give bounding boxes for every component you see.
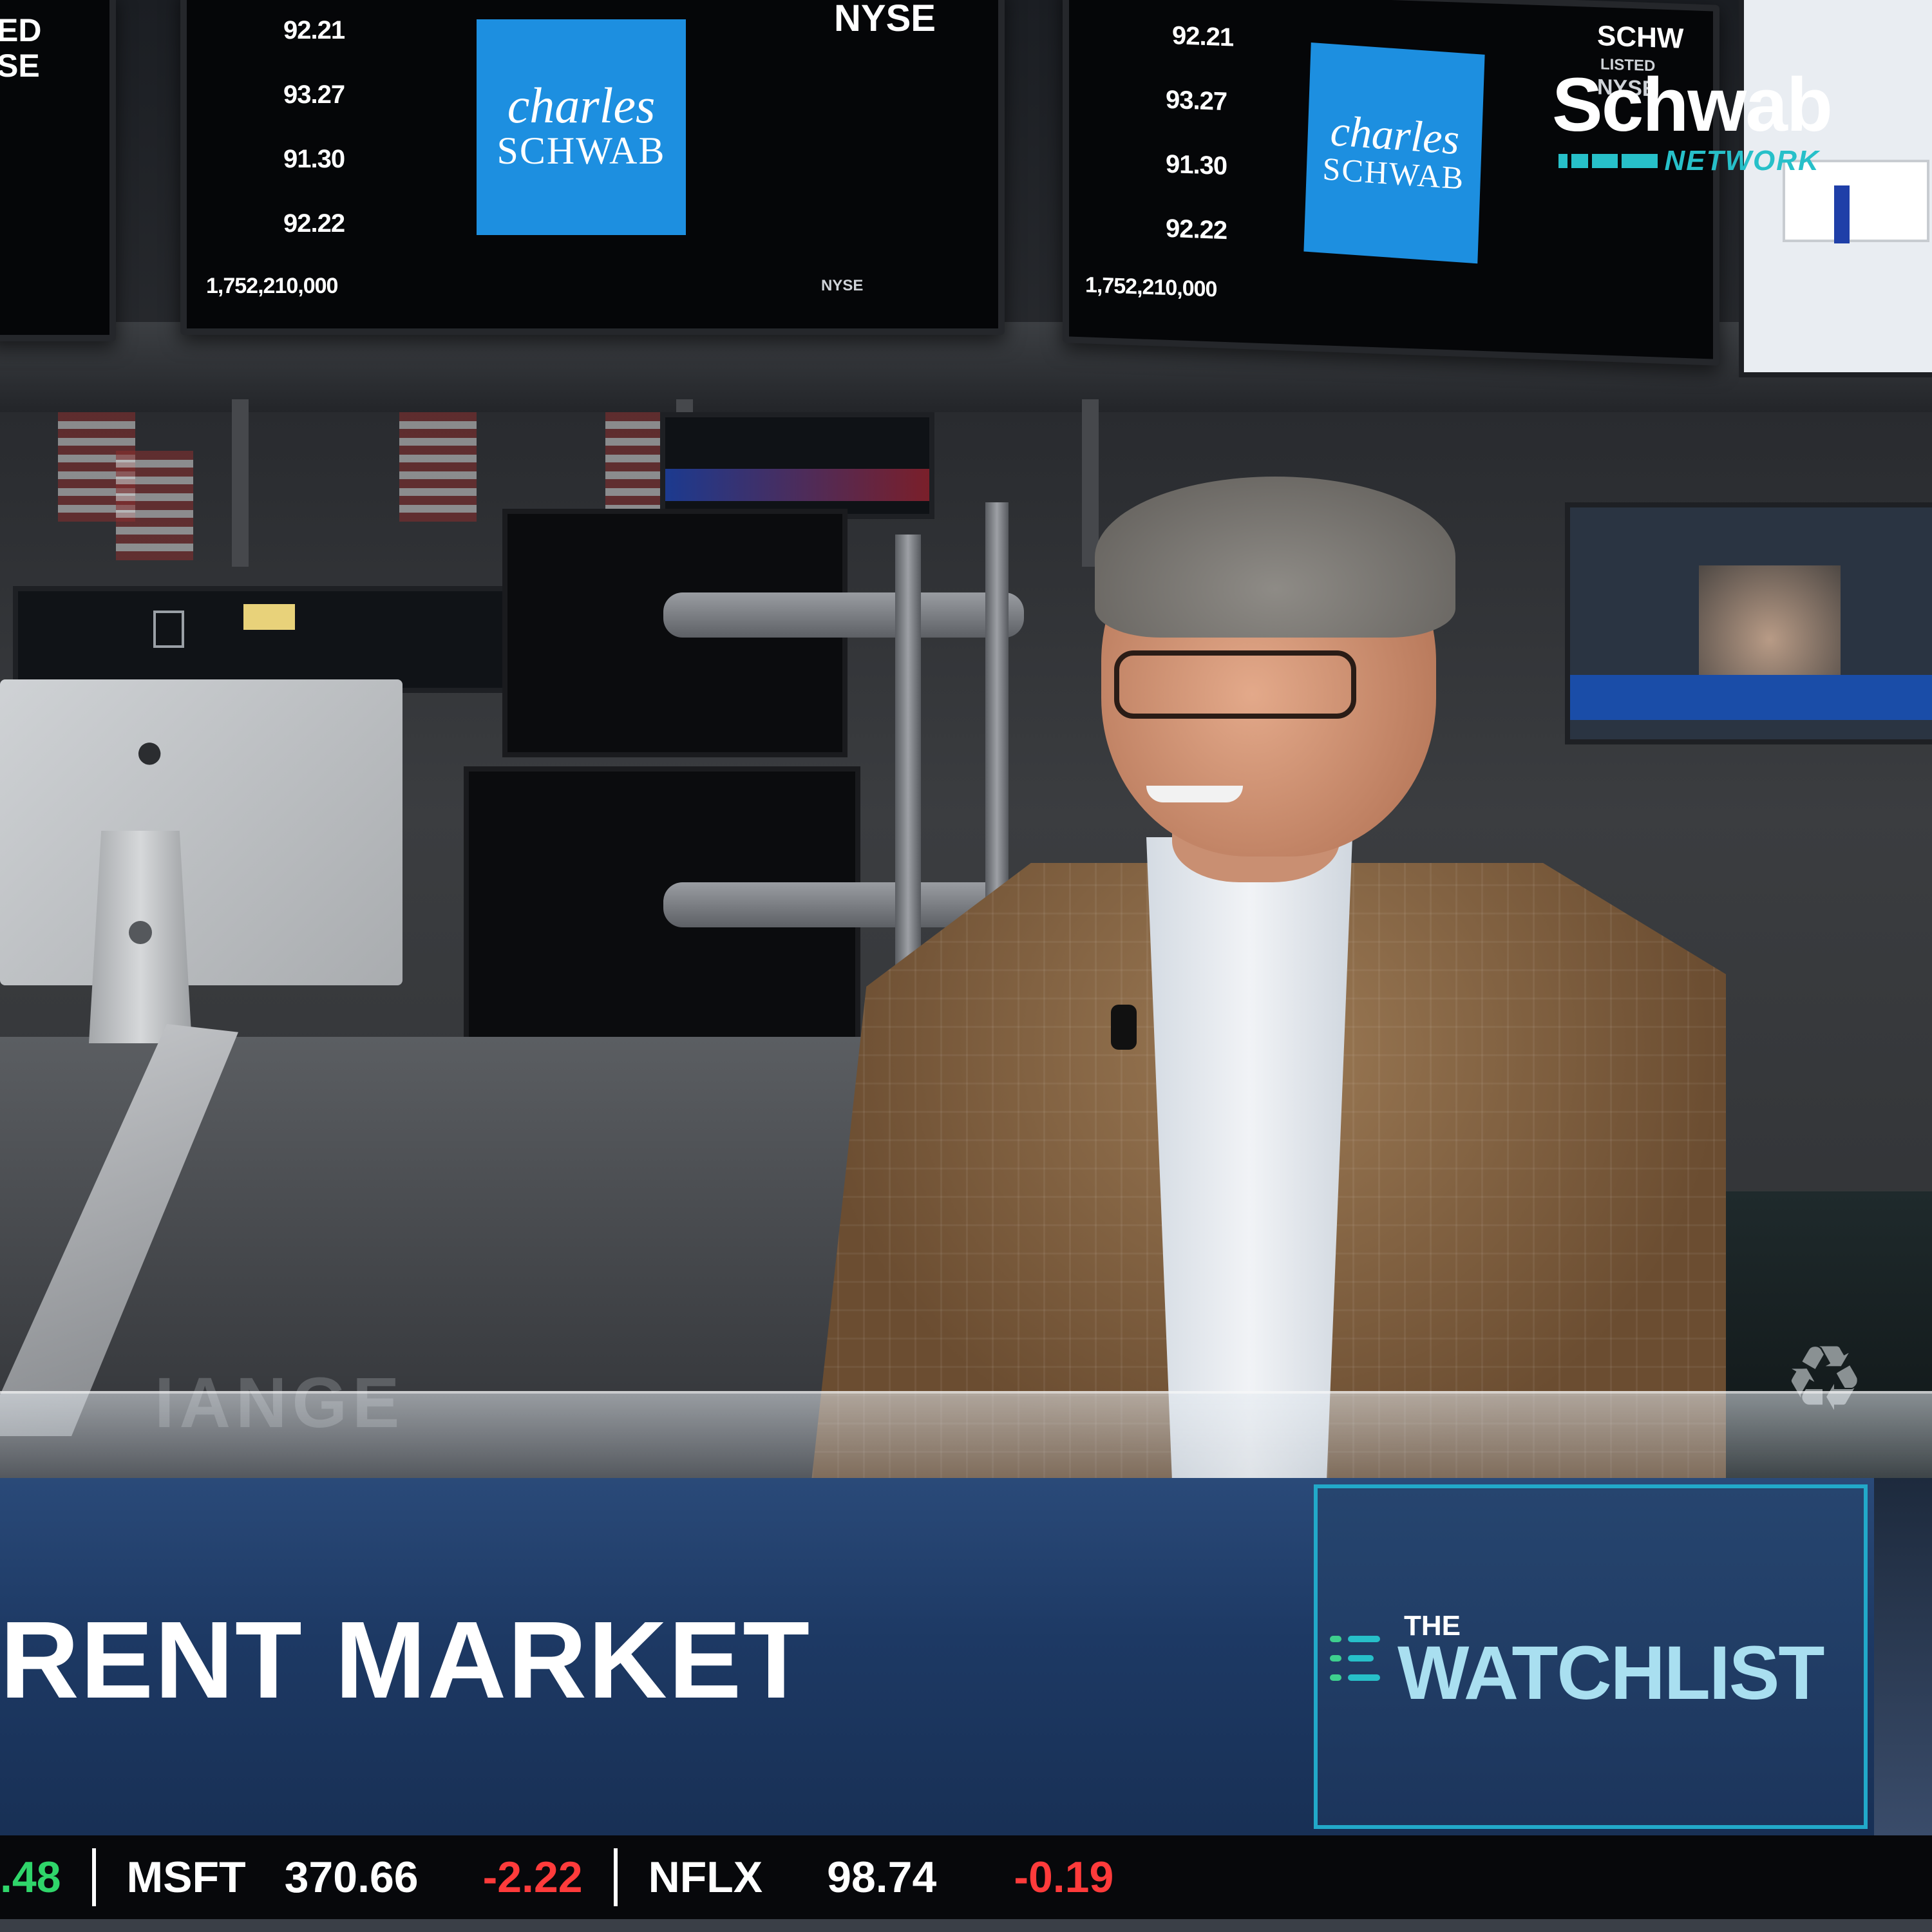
lower-third-edge [1874,1478,1932,1835]
show-title: WATCHLIST [1397,1631,1824,1716]
imac-display [0,679,402,985]
logo-line-2: SCHWAB [497,129,666,172]
ticker-symbol: MSFT [126,1853,246,1902]
quote-4: 92.22 [283,209,345,238]
ticker-symbol: NFLX [648,1853,763,1902]
watchlist-lines-icon [1330,1636,1388,1694]
stand-hole [129,921,152,944]
ticker-price: 370.66 [284,1853,419,1902]
monitor-left: ED SE [0,0,116,341]
imac-stand [89,831,192,1043]
ticker-change: -0.19 [1014,1853,1114,1902]
apple-logo-icon: ● [134,722,166,779]
ticker-separator [613,1848,618,1906]
bottom-strip [0,1919,1932,1932]
ticker-change: .48 [0,1853,61,1902]
ticker-separator [91,1848,96,1906]
logo-line-1: charles [507,77,656,133]
charles-schwab-logo: charles SCHWAB [1303,43,1485,264]
charles-schwab-logo: charles SCHWAB [477,19,686,235]
glasses [1114,650,1356,719]
stock-ticker: .48 MSFT 370.66 -2.22 NFLX 98.74 -0.19 [0,1835,1932,1919]
monitor-far-right [1739,0,1932,377]
ticker-change: -2.22 [482,1853,583,1902]
screen-logo [153,611,184,648]
background-screens-row [13,586,513,693]
quote-3: 91.30 [283,145,345,173]
monitor-left-text: ED SE [0,12,42,84]
quote-4: 92.22 [1166,214,1227,245]
quote-2: 93.27 [1166,85,1227,117]
ticker-price: 98.74 [827,1853,937,1902]
schwab-network-logo: Schwab [1552,62,1833,147]
quote-1: 92.21 [1172,21,1234,52]
studio-background: ED SE 92.21 93.27 91.30 92.22 1,752,210,… [0,0,1932,1481]
hair [1095,477,1455,638]
ticker-symbol: SCHW [1597,20,1684,55]
nyse-small-label: NYSE [821,277,864,294]
monitor-right: 92.21 93.27 91.30 92.22 1,752,210,000 ch… [1063,0,1719,366]
network-label: NETWORK [1664,145,1820,176]
ceiling-beam [232,399,249,567]
screen-bar [1834,185,1850,243]
glass-desk [0,1391,1932,1481]
flag [116,451,193,560]
lapel-microphone [1111,1005,1137,1050]
shares-outstanding: 1,752,210,000 [1085,272,1217,302]
flag [399,412,477,522]
headline-text: RENT MARKET [0,1599,811,1721]
screen-logo [243,604,295,630]
shares-outstanding: 1,752,210,000 [206,274,338,298]
quote-1: 92.21 [283,16,345,44]
guest-person [811,477,1726,1481]
smile [1146,786,1243,802]
quote-3: 91.30 [1166,149,1227,181]
quote-2: 93.27 [283,80,345,109]
signal-bars-icon [1558,154,1664,168]
nyse-label: NYSE [834,0,936,39]
network-wordmark: NETWORK [1558,145,1820,176]
monitor-center: 92.21 93.27 91.30 92.22 1,752,210,000 ch… [180,0,1005,335]
